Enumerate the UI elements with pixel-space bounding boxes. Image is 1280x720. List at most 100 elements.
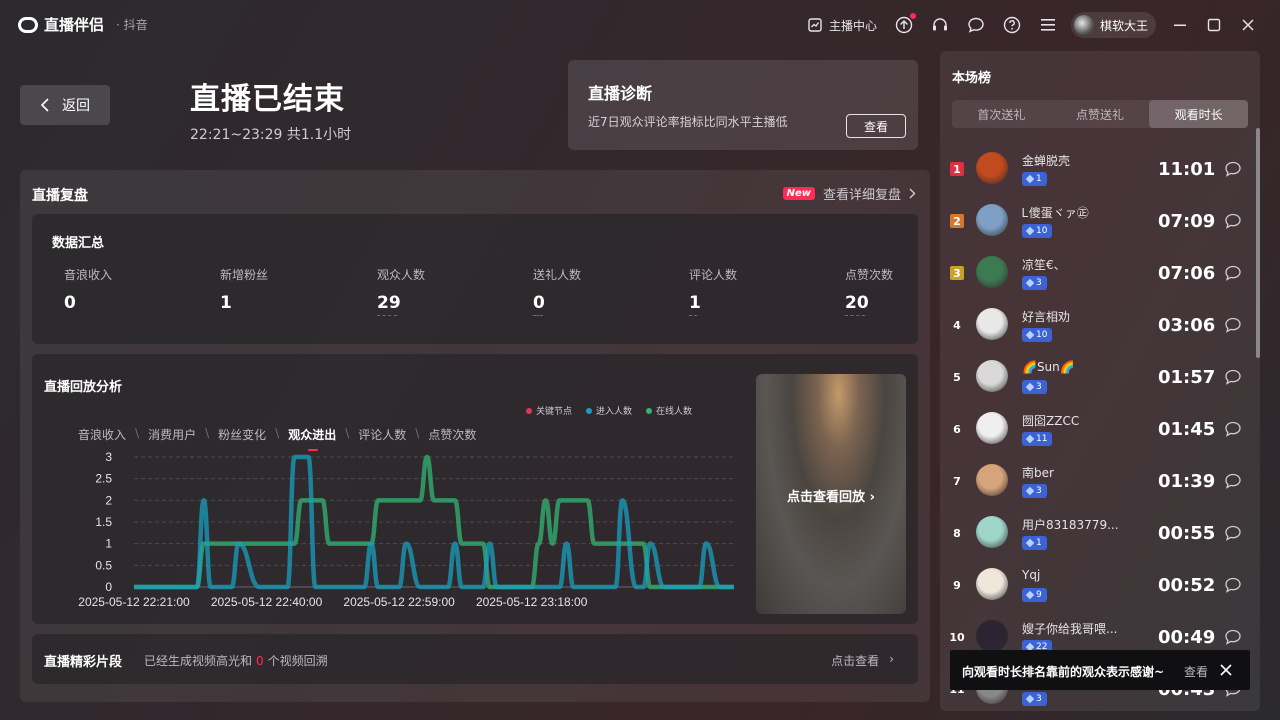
level-value: 3 (1036, 278, 1042, 288)
chat-bubble-icon[interactable] (1224, 473, 1242, 489)
diamond-icon (1025, 382, 1035, 392)
clips-view-link[interactable]: 点击查看 › (831, 652, 894, 669)
x-tick-label: 2025-05-12 23:18:00 (476, 595, 588, 609)
replay-thumbnail[interactable]: 点击查看回放 › (756, 374, 906, 614)
new-badge: New (782, 187, 815, 200)
diamond-icon (1025, 278, 1035, 288)
app-name: 直播伴侣 (44, 16, 105, 34)
level-value: 3 (1036, 382, 1042, 392)
watch-time: 11:01 (1158, 159, 1216, 180)
rank-row[interactable]: 1 金蝉脱壳 1 11:01 (940, 143, 1250, 195)
upload-button[interactable] (895, 13, 916, 34)
viewer-avatar[interactable] (976, 256, 1008, 288)
viewer-avatar[interactable] (976, 308, 1008, 340)
message-button[interactable] (967, 16, 985, 34)
fan-level-badge: 9 (1022, 588, 1047, 602)
level-value: 10 (1036, 330, 1048, 340)
back-button[interactable]: 返回 (20, 85, 110, 125)
metric-gifters[interactable]: 送礼人数 0 (533, 266, 673, 316)
chevron-left-icon (40, 98, 49, 112)
detailed-review-link[interactable]: New 查看详细复盘 (782, 184, 916, 203)
fan-level-badge: 11 (1022, 432, 1053, 446)
rank-row[interactable]: 6 囫囵ZZCC 11 01:45 (940, 403, 1250, 455)
viewer-avatar[interactable] (976, 516, 1008, 548)
metric-value: 29 (377, 293, 401, 313)
maximize-button[interactable] (1204, 15, 1224, 35)
metric-label: 评论人数 (689, 268, 738, 282)
menu-button[interactable] (1039, 16, 1057, 34)
metric-underline (533, 315, 543, 316)
diamond-icon (1025, 694, 1035, 704)
viewer-avatar[interactable] (976, 204, 1008, 236)
viewer-name: Yqj (1022, 568, 1041, 582)
diagnosis-card: 直播诊断 近7日观众评论率指标比同水平主播低 查看 (568, 60, 918, 150)
app-platform: · 抖音 (116, 18, 148, 32)
chevron-right-icon: › (889, 652, 894, 666)
level-value: 9 (1036, 590, 1042, 600)
metric-viewers[interactable]: 观众人数 29 (377, 266, 517, 316)
rank-scrollbar[interactable] (1256, 128, 1260, 358)
toast-view-link[interactable]: 查看 (1184, 663, 1208, 680)
toast-text: 向观看时长排名靠前的观众表示感谢~ (962, 665, 1165, 679)
metric-gift-income[interactable]: 音浪收入 0 (64, 266, 204, 313)
close-icon[interactable] (1218, 662, 1234, 678)
y-tick-label: 3 (105, 450, 112, 464)
rank-row[interactable]: 4 好言相劝 10 03:06 (940, 299, 1250, 351)
chat-bubble-icon[interactable] (1224, 577, 1242, 593)
diamond-icon (1025, 174, 1035, 184)
viewer-avatar[interactable] (976, 464, 1008, 496)
rank-tab-watch-time[interactable]: 观看时长 (1149, 100, 1249, 128)
rank-tab-like-gift[interactable]: 点赞送礼 (1051, 100, 1150, 128)
metric-underline (689, 315, 697, 316)
level-value: 3 (1036, 486, 1042, 496)
rank-row[interactable]: 2 Ꮮ傻蛋ヾァ㊣ 10 07:09 (940, 195, 1250, 247)
viewer-avatar[interactable] (976, 412, 1008, 444)
rank-row[interactable]: 9 Yqj 9 00:52 (940, 559, 1250, 611)
diamond-icon (1025, 538, 1035, 548)
minimize-button[interactable] (1170, 15, 1190, 35)
help-button[interactable] (1003, 16, 1021, 34)
diamond-icon (1025, 590, 1035, 600)
clips-desc-pre: 已经生成视频高光和 (144, 654, 253, 668)
viewer-avatar[interactable] (976, 568, 1008, 600)
watch-time: 01:39 (1158, 471, 1216, 492)
thank-viewers-toast: 向观看时长排名靠前的观众表示感谢~ 查看 (950, 650, 1250, 690)
viewer-flow-chart: 0 0.5 1 1.5 2 2.5 3 2025-05-12 22:21:00 2025-05-… (78, 450, 734, 609)
chevron-right-icon (909, 188, 916, 199)
user-profile-chip[interactable]: 棋软大王 (1070, 12, 1156, 38)
metric-commenters[interactable]: 评论人数 1 (689, 266, 829, 316)
chat-bubble-icon[interactable] (1224, 265, 1242, 281)
rank-row[interactable]: 8 用户83183779... 1 00:55 (940, 507, 1250, 559)
fan-level-badge: 3 (1022, 380, 1047, 394)
viewer-avatar[interactable] (976, 360, 1008, 392)
chat-bubble-icon[interactable] (1224, 213, 1242, 229)
metric-new-fans[interactable]: 新增粉丝 1 (220, 266, 360, 313)
chat-bubble-icon[interactable] (1224, 629, 1242, 645)
rank-tab-first-gift[interactable]: 首次送礼 (952, 100, 1051, 128)
chat-bubble-icon[interactable] (1224, 161, 1242, 177)
diamond-icon (1025, 486, 1035, 496)
chat-bubble-icon[interactable] (1224, 525, 1242, 541)
viewer-name: 金蝉脱壳 (1022, 154, 1071, 168)
diagnosis-view-button[interactable]: 查看 (846, 114, 906, 138)
chat-bubble-icon[interactable] (1224, 369, 1242, 385)
viewer-avatar[interactable] (976, 152, 1008, 184)
watch-time: 07:06 (1158, 263, 1216, 284)
rank-row[interactable]: 3 凉笙€、 3 07:06 (940, 247, 1250, 299)
metric-underline (377, 315, 397, 316)
chat-bubble-icon[interactable] (1224, 421, 1242, 437)
metric-value: 0 (533, 293, 545, 313)
support-button[interactable] (931, 16, 949, 34)
watch-time: 01:57 (1158, 367, 1216, 388)
rank-row[interactable]: 5 🌈Sun🌈 3 01:57 (940, 351, 1250, 403)
close-window-button[interactable] (1238, 15, 1258, 35)
viewer-avatar[interactable] (976, 620, 1008, 652)
rank-row[interactable]: 7 南ber 3 01:39 (940, 455, 1250, 507)
notification-dot (909, 13, 916, 19)
viewer-name: 嫂子你给我哥喂... (1022, 622, 1118, 636)
fan-level-badge: 3 (1022, 692, 1047, 706)
host-center-button[interactable]: 主播中心 (806, 16, 877, 34)
x-tick-label: 2025-05-12 22:21:00 (78, 595, 190, 609)
chat-bubble-icon[interactable] (1224, 317, 1242, 333)
watch-time: 03:06 (1158, 315, 1216, 336)
